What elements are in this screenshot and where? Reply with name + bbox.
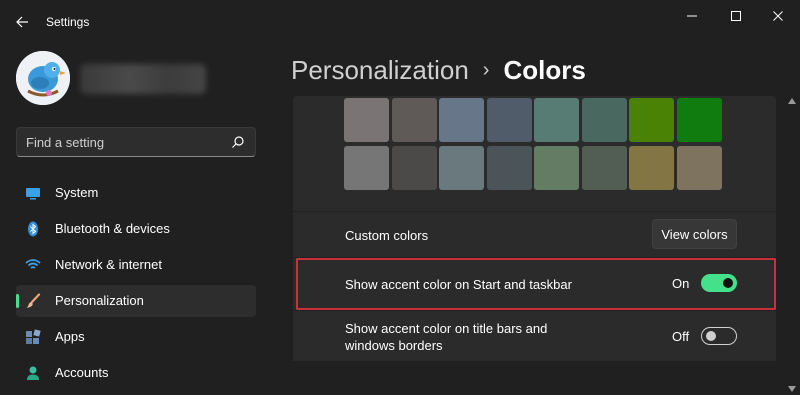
view-colors-button[interactable]: View colors [652, 219, 737, 249]
person-icon [27, 366, 39, 380]
breadcrumb-separator: › [482, 58, 490, 81]
search-box[interactable] [16, 127, 256, 157]
sidebar-item-system[interactable]: System [16, 177, 256, 209]
title-bar: Settings [0, 0, 800, 44]
minimize-icon [687, 15, 697, 17]
accent-color-card [293, 96, 776, 211]
scroll-down-icon[interactable] [788, 386, 796, 392]
toggle-state-label: On [672, 276, 690, 291]
user-name-redacted [80, 64, 206, 94]
accent-color-swatch[interactable] [439, 98, 484, 142]
toggle-knob [723, 278, 733, 288]
accent-title-bars-row: Show accent color on title bars and wind… [293, 311, 776, 361]
maximize-icon [731, 11, 741, 21]
accent-color-swatch[interactable] [534, 98, 579, 142]
accent-title-bars-toggle[interactable] [701, 327, 737, 345]
custom-colors-row: Custom colors View colors [293, 212, 776, 257]
accent-color-swatch[interactable] [676, 146, 722, 190]
accent-color-swatch[interactable] [486, 98, 532, 142]
breadcrumb: Personalization › Colors [291, 52, 586, 88]
close-icon [773, 11, 783, 21]
back-button[interactable] [12, 11, 34, 33]
sidebar-item-label: Accounts [55, 365, 109, 380]
accent-color-swatch[interactable] [676, 98, 722, 142]
accent-color-swatch[interactable] [344, 146, 389, 190]
toggle-state-label: Off [672, 329, 690, 344]
avatar[interactable] [16, 51, 70, 105]
bird-avatar-icon [16, 51, 70, 105]
sidebar-item-personalization[interactable]: Personalization [16, 285, 256, 317]
toggle-knob [706, 331, 716, 341]
accent-start-taskbar-row: Show accent color on Start and taskbar O… [293, 258, 776, 310]
back-arrow-icon [16, 16, 28, 28]
search-icon[interactable] [231, 135, 245, 149]
search-input[interactable] [17, 128, 227, 156]
sidebar-item-network[interactable]: Network & internet [16, 249, 256, 281]
sidebar-item-label: Apps [55, 329, 85, 344]
active-indicator [16, 294, 19, 308]
page-title: Colors [503, 54, 586, 85]
close-button[interactable] [764, 6, 792, 26]
window-title: Settings [46, 15, 90, 29]
accent-color-swatch[interactable] [344, 98, 389, 142]
accent-color-swatch[interactable] [439, 146, 484, 190]
accent-start-taskbar-toggle[interactable] [701, 274, 737, 292]
accent-color-swatch[interactable] [581, 146, 627, 190]
accent-title-bars-label-line1: Show accent color on title bars and [345, 321, 548, 336]
accent-color-swatch[interactable] [391, 98, 437, 142]
breadcrumb-parent[interactable]: Personalization [291, 55, 469, 86]
scrollbar[interactable] [790, 96, 794, 388]
apps-icon [26, 329, 41, 344]
accent-color-swatch[interactable] [486, 146, 532, 190]
accent-color-swatch[interactable] [629, 146, 674, 190]
accent-title-bars-label-line2: windows borders [345, 338, 443, 353]
minimize-button[interactable] [678, 6, 706, 26]
custom-colors-label: Custom colors [345, 228, 429, 243]
maximize-button[interactable] [722, 6, 750, 26]
accent-color-swatch[interactable] [391, 146, 437, 190]
wifi-icon [25, 259, 41, 269]
accent-start-taskbar-label: Show accent color on Start and taskbar [345, 277, 572, 292]
sidebar-item-label: Bluetooth & devices [55, 221, 170, 236]
sidebar-item-bluetooth[interactable]: Bluetooth & devices [16, 213, 256, 245]
brush-icon [26, 293, 41, 308]
accent-color-swatch[interactable] [534, 146, 579, 190]
accent-color-swatch[interactable] [629, 98, 674, 142]
sidebar-item-label: Network & internet [55, 257, 162, 272]
sidebar-item-label: Personalization [55, 293, 144, 308]
sidebar-item-label: System [55, 185, 99, 200]
sidebar-item-apps[interactable]: Apps [16, 321, 256, 353]
bluetooth-icon [28, 221, 38, 237]
sidebar-item-accounts[interactable]: Accounts [16, 357, 256, 389]
monitor-icon [26, 188, 40, 200]
accent-color-swatch[interactable] [581, 98, 627, 142]
